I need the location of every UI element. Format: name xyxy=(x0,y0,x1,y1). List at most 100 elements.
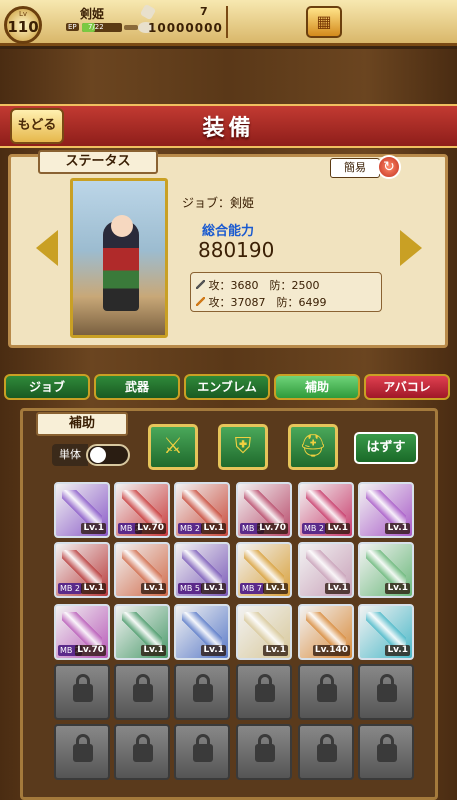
staff-icon xyxy=(196,297,205,306)
book-icon: ▦ xyxy=(316,12,332,31)
job-label: ジョブ：剣姫 xyxy=(182,196,255,210)
next-character-arrow-icon[interactable] xyxy=(400,230,422,266)
filter-helmet-button[interactable]: ⛑ xyxy=(288,424,338,470)
exp-text: 7/22 xyxy=(88,23,104,31)
tab-weapon[interactable]: 武器 xyxy=(94,374,180,400)
weapon-art-icon xyxy=(244,612,284,646)
support-section-tag: 補助 xyxy=(36,412,128,436)
level-badge: Lv.1 xyxy=(141,583,166,594)
locked-slot[interactable] xyxy=(114,664,170,720)
level-badge: Lv.140 xyxy=(312,645,350,656)
equipment-slot[interactable]: Lv.140 xyxy=(298,604,354,660)
status-section-tag: ステータス xyxy=(38,150,158,174)
remove-button[interactable]: はずす xyxy=(354,432,418,464)
equipment-slot[interactable]: Lv.1 xyxy=(358,482,414,538)
lock-body xyxy=(255,744,275,762)
divider xyxy=(226,6,228,38)
stamina-count: 7 xyxy=(200,5,208,18)
lock-body xyxy=(73,744,93,762)
equipment-slot[interactable]: MB 5 Lv.1 xyxy=(174,542,230,598)
refresh-icon[interactable]: ↻ xyxy=(377,155,401,179)
weapon-art-icon xyxy=(306,612,346,646)
lock-body xyxy=(255,684,275,702)
locked-slot[interactable] xyxy=(54,724,110,780)
level-badge: Lv.1 xyxy=(385,583,410,594)
equipment-slot[interactable]: MB 2 Lv.1 xyxy=(298,482,354,538)
level-badge: Lv.1 xyxy=(385,645,410,656)
equipment-slot[interactable]: MB 2 Lv.70 xyxy=(114,482,170,538)
coin-count: 10000000 xyxy=(148,21,223,35)
locked-slot[interactable] xyxy=(298,664,354,720)
mb-badge: MB 2 xyxy=(178,523,203,534)
tab-emblem[interactable]: エンブレム xyxy=(184,374,270,400)
locked-slot[interactable] xyxy=(174,724,230,780)
level-badge: Lv 110 xyxy=(4,6,42,44)
level-badge: Lv.1 xyxy=(201,645,226,656)
filter-armor-button[interactable]: ⛨ xyxy=(218,424,268,470)
single-toggle[interactable] xyxy=(86,444,130,466)
equipment-slot[interactable]: Lv.1 xyxy=(358,604,414,660)
character-portrait[interactable] xyxy=(70,178,168,338)
lock-body xyxy=(193,684,213,702)
mb-badge: MB 5 xyxy=(178,583,203,594)
level-badge: Lv.1 xyxy=(81,523,106,534)
weapon-art-icon xyxy=(306,550,346,584)
tab-avatar-collection[interactable]: アバコレ xyxy=(364,374,450,400)
level-badge: Lv.1 xyxy=(325,583,350,594)
lock-body xyxy=(317,744,337,762)
tab-job[interactable]: ジョブ xyxy=(4,374,90,400)
mb-badge: MB 7 xyxy=(240,583,265,594)
previous-character-arrow-icon[interactable] xyxy=(36,230,58,266)
locked-slot[interactable] xyxy=(236,664,292,720)
simple-view-button[interactable]: 簡易 xyxy=(330,158,380,178)
exp-label: EP xyxy=(66,23,79,31)
locked-slot[interactable] xyxy=(298,724,354,780)
level-number: 110 xyxy=(7,18,39,36)
lock-body xyxy=(377,684,397,702)
locked-slot[interactable] xyxy=(54,664,110,720)
equipment-slot[interactable]: MB 2 Lv.70 xyxy=(236,482,292,538)
total-power-value: 880190 xyxy=(198,238,275,262)
equipment-slot[interactable]: Lv.1 xyxy=(358,542,414,598)
locked-slot[interactable] xyxy=(358,724,414,780)
locked-slot[interactable] xyxy=(174,664,230,720)
locked-slot[interactable] xyxy=(236,724,292,780)
level-badge: Lv.1 xyxy=(201,523,226,534)
level-badge: Lv.1 xyxy=(263,583,288,594)
stat-row-sword-text: 攻：3680 防：2500 xyxy=(208,279,320,292)
level-badge: Lv.1 xyxy=(385,523,410,534)
level-badge: Lv.1 xyxy=(325,523,350,534)
weapon-art-icon xyxy=(122,612,162,646)
level-badge: Lv.1 xyxy=(141,645,166,656)
level-badge: Lv.1 xyxy=(201,583,226,594)
mb-badge: MB 2 xyxy=(302,523,327,534)
equipment-slot[interactable]: Lv.1 xyxy=(298,542,354,598)
secondary-gauge xyxy=(124,25,138,30)
character-face xyxy=(111,215,133,237)
equipment-slot[interactable]: Lv.1 xyxy=(114,604,170,660)
filter-weapon-button[interactable]: ⚔ xyxy=(148,424,198,470)
equipment-slot[interactable]: Lv.1 xyxy=(54,482,110,538)
lock-body xyxy=(377,744,397,762)
weapon-art-icon xyxy=(244,490,284,524)
menu-book-button[interactable]: ▦ xyxy=(306,6,342,38)
equipment-slot[interactable]: Lv.1 xyxy=(114,542,170,598)
equipment-slot[interactable]: MB 2 Lv.1 xyxy=(174,482,230,538)
locked-slot[interactable] xyxy=(358,664,414,720)
helmet-filter-icon: ⛑ xyxy=(299,434,327,459)
lock-body xyxy=(133,684,153,702)
equipment-slot[interactable]: Lv.1 xyxy=(236,604,292,660)
tab-support[interactable]: 補助 xyxy=(274,374,360,400)
equipment-slot[interactable]: MB 2 Lv.1 xyxy=(54,542,110,598)
locked-slot[interactable] xyxy=(114,724,170,780)
equipment-slot[interactable]: MB 7 Lv.1 xyxy=(236,542,292,598)
stat-row-staff-text: 攻：37087 防：6499 xyxy=(208,296,327,309)
equipment-slot[interactable]: MB 2 Lv.70 xyxy=(54,604,110,660)
equipment-slot[interactable]: Lv.1 xyxy=(174,604,230,660)
weapon-art-icon xyxy=(182,490,222,524)
lock-body xyxy=(133,744,153,762)
lock-body xyxy=(317,684,337,702)
weapon-art-icon xyxy=(182,550,222,584)
level-badge: Lv.70 xyxy=(257,523,288,534)
weapon-art-icon xyxy=(122,490,162,524)
